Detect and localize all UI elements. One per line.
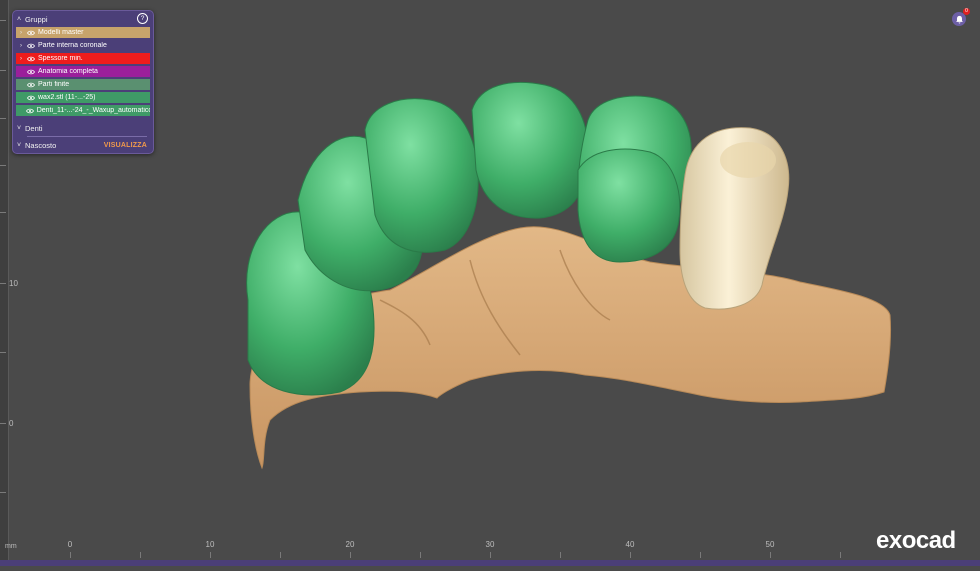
group-row-wax2-stl[interactable]: wax2.stl (11-...-25) xyxy=(16,92,150,103)
ruler-x-label: 40 xyxy=(625,540,635,549)
chevron-down-icon[interactable]: ˅ xyxy=(13,125,25,132)
chevron-right-icon[interactable]: › xyxy=(16,56,26,62)
ruler-y-label: 0 xyxy=(9,419,14,428)
group-label: Spessore min. xyxy=(38,55,83,62)
chevron-right-icon[interactable]: › xyxy=(16,43,26,49)
group-label: wax2.stl (11-...-25) xyxy=(38,94,96,101)
bottom-status-bar xyxy=(0,560,980,566)
eye-icon[interactable] xyxy=(26,69,35,75)
ruler-tick xyxy=(0,423,6,424)
ruler-tick xyxy=(350,552,351,558)
ruler-tick xyxy=(0,20,6,21)
crown-3 xyxy=(364,98,479,253)
groups-panel: ˄ Gruppi ? › Modelli master › Parte inte… xyxy=(12,10,154,154)
ruler-unit: mm xyxy=(5,543,17,550)
ruler-tick xyxy=(700,552,701,558)
section-denti[interactable]: ˅ Denti xyxy=(13,121,153,135)
ruler-tick xyxy=(840,552,841,558)
ruler-tick xyxy=(280,552,281,558)
chevron-down-icon[interactable]: ˅ xyxy=(13,142,25,149)
ruler-tick xyxy=(0,118,6,119)
ruler-tick xyxy=(0,165,6,166)
section-nascosto[interactable]: ˅ Nascosto VISUALIZZA xyxy=(13,138,153,152)
ruler-tick xyxy=(0,212,6,213)
ruler-tick xyxy=(420,552,421,558)
ruler-y-label: 10 xyxy=(9,279,18,288)
exocad-logo: exocad xyxy=(876,527,956,554)
group-label: Parte interna coronale xyxy=(38,42,107,49)
notification-badge: 0 xyxy=(963,8,970,15)
crown-6 xyxy=(577,148,681,263)
section-denti-label: Denti xyxy=(25,123,43,133)
group-row-parte-interna-coronale[interactable]: › Parte interna coronale xyxy=(16,40,150,51)
eye-icon[interactable] xyxy=(26,56,35,62)
ruler-tick xyxy=(0,492,6,493)
ruler-x-label: 10 xyxy=(205,540,215,549)
group-row-denti-waxup[interactable]: Denti_11-...-24_-_Waxup_automatico... xyxy=(16,105,150,116)
groups-title: Gruppi xyxy=(25,14,48,24)
group-row-anatomia-completa[interactable]: Anatomia completa xyxy=(16,66,150,77)
eye-icon[interactable] xyxy=(26,30,35,36)
eye-icon[interactable] xyxy=(26,43,35,49)
crown-4 xyxy=(471,82,589,219)
group-label: Modelli master xyxy=(38,29,84,36)
group-row-spessore-min[interactable]: › Spessore min. xyxy=(16,53,150,64)
ruler-tick xyxy=(770,552,771,558)
section-nascosto-label: Nascosto xyxy=(25,140,57,150)
ruler-x-label: 0 xyxy=(67,540,73,549)
chevron-right-icon[interactable]: › xyxy=(16,30,26,36)
ruler-tick xyxy=(0,70,6,71)
ruler-tick xyxy=(140,552,141,558)
eye-icon[interactable] xyxy=(26,82,35,88)
group-label: Parti finite xyxy=(38,81,70,88)
ruler-x-label: 30 xyxy=(485,540,495,549)
ruler-tick xyxy=(0,352,6,353)
ruler-tick xyxy=(210,552,211,558)
visualizza-button[interactable]: VISUALIZZA xyxy=(104,142,147,149)
bell-icon xyxy=(955,15,963,23)
help-icon[interactable]: ? xyxy=(137,13,148,24)
eye-icon[interactable] xyxy=(26,95,35,101)
ruler-tick xyxy=(490,552,491,558)
group-label: Anatomia completa xyxy=(38,68,98,75)
group-row-modelli-master[interactable]: › Modelli master xyxy=(16,27,150,38)
group-row-parti-finite[interactable]: Parti finite xyxy=(16,79,150,90)
ruler-tick xyxy=(560,552,561,558)
ruler-x-label: 50 xyxy=(765,540,775,549)
divider xyxy=(27,136,147,137)
groups-header[interactable]: ˄ Gruppi xyxy=(13,12,153,26)
group-label: Denti_11-...-24_-_Waxup_automatico... xyxy=(36,107,150,114)
ruler-x-label: 20 xyxy=(345,540,355,549)
vertical-ruler xyxy=(0,0,9,560)
chevron-up-icon[interactable]: ˄ xyxy=(13,16,25,23)
ruler-tick xyxy=(0,283,6,284)
eye-icon[interactable] xyxy=(25,108,34,114)
ruler-tick xyxy=(630,552,631,558)
ruler-tick xyxy=(70,552,71,558)
